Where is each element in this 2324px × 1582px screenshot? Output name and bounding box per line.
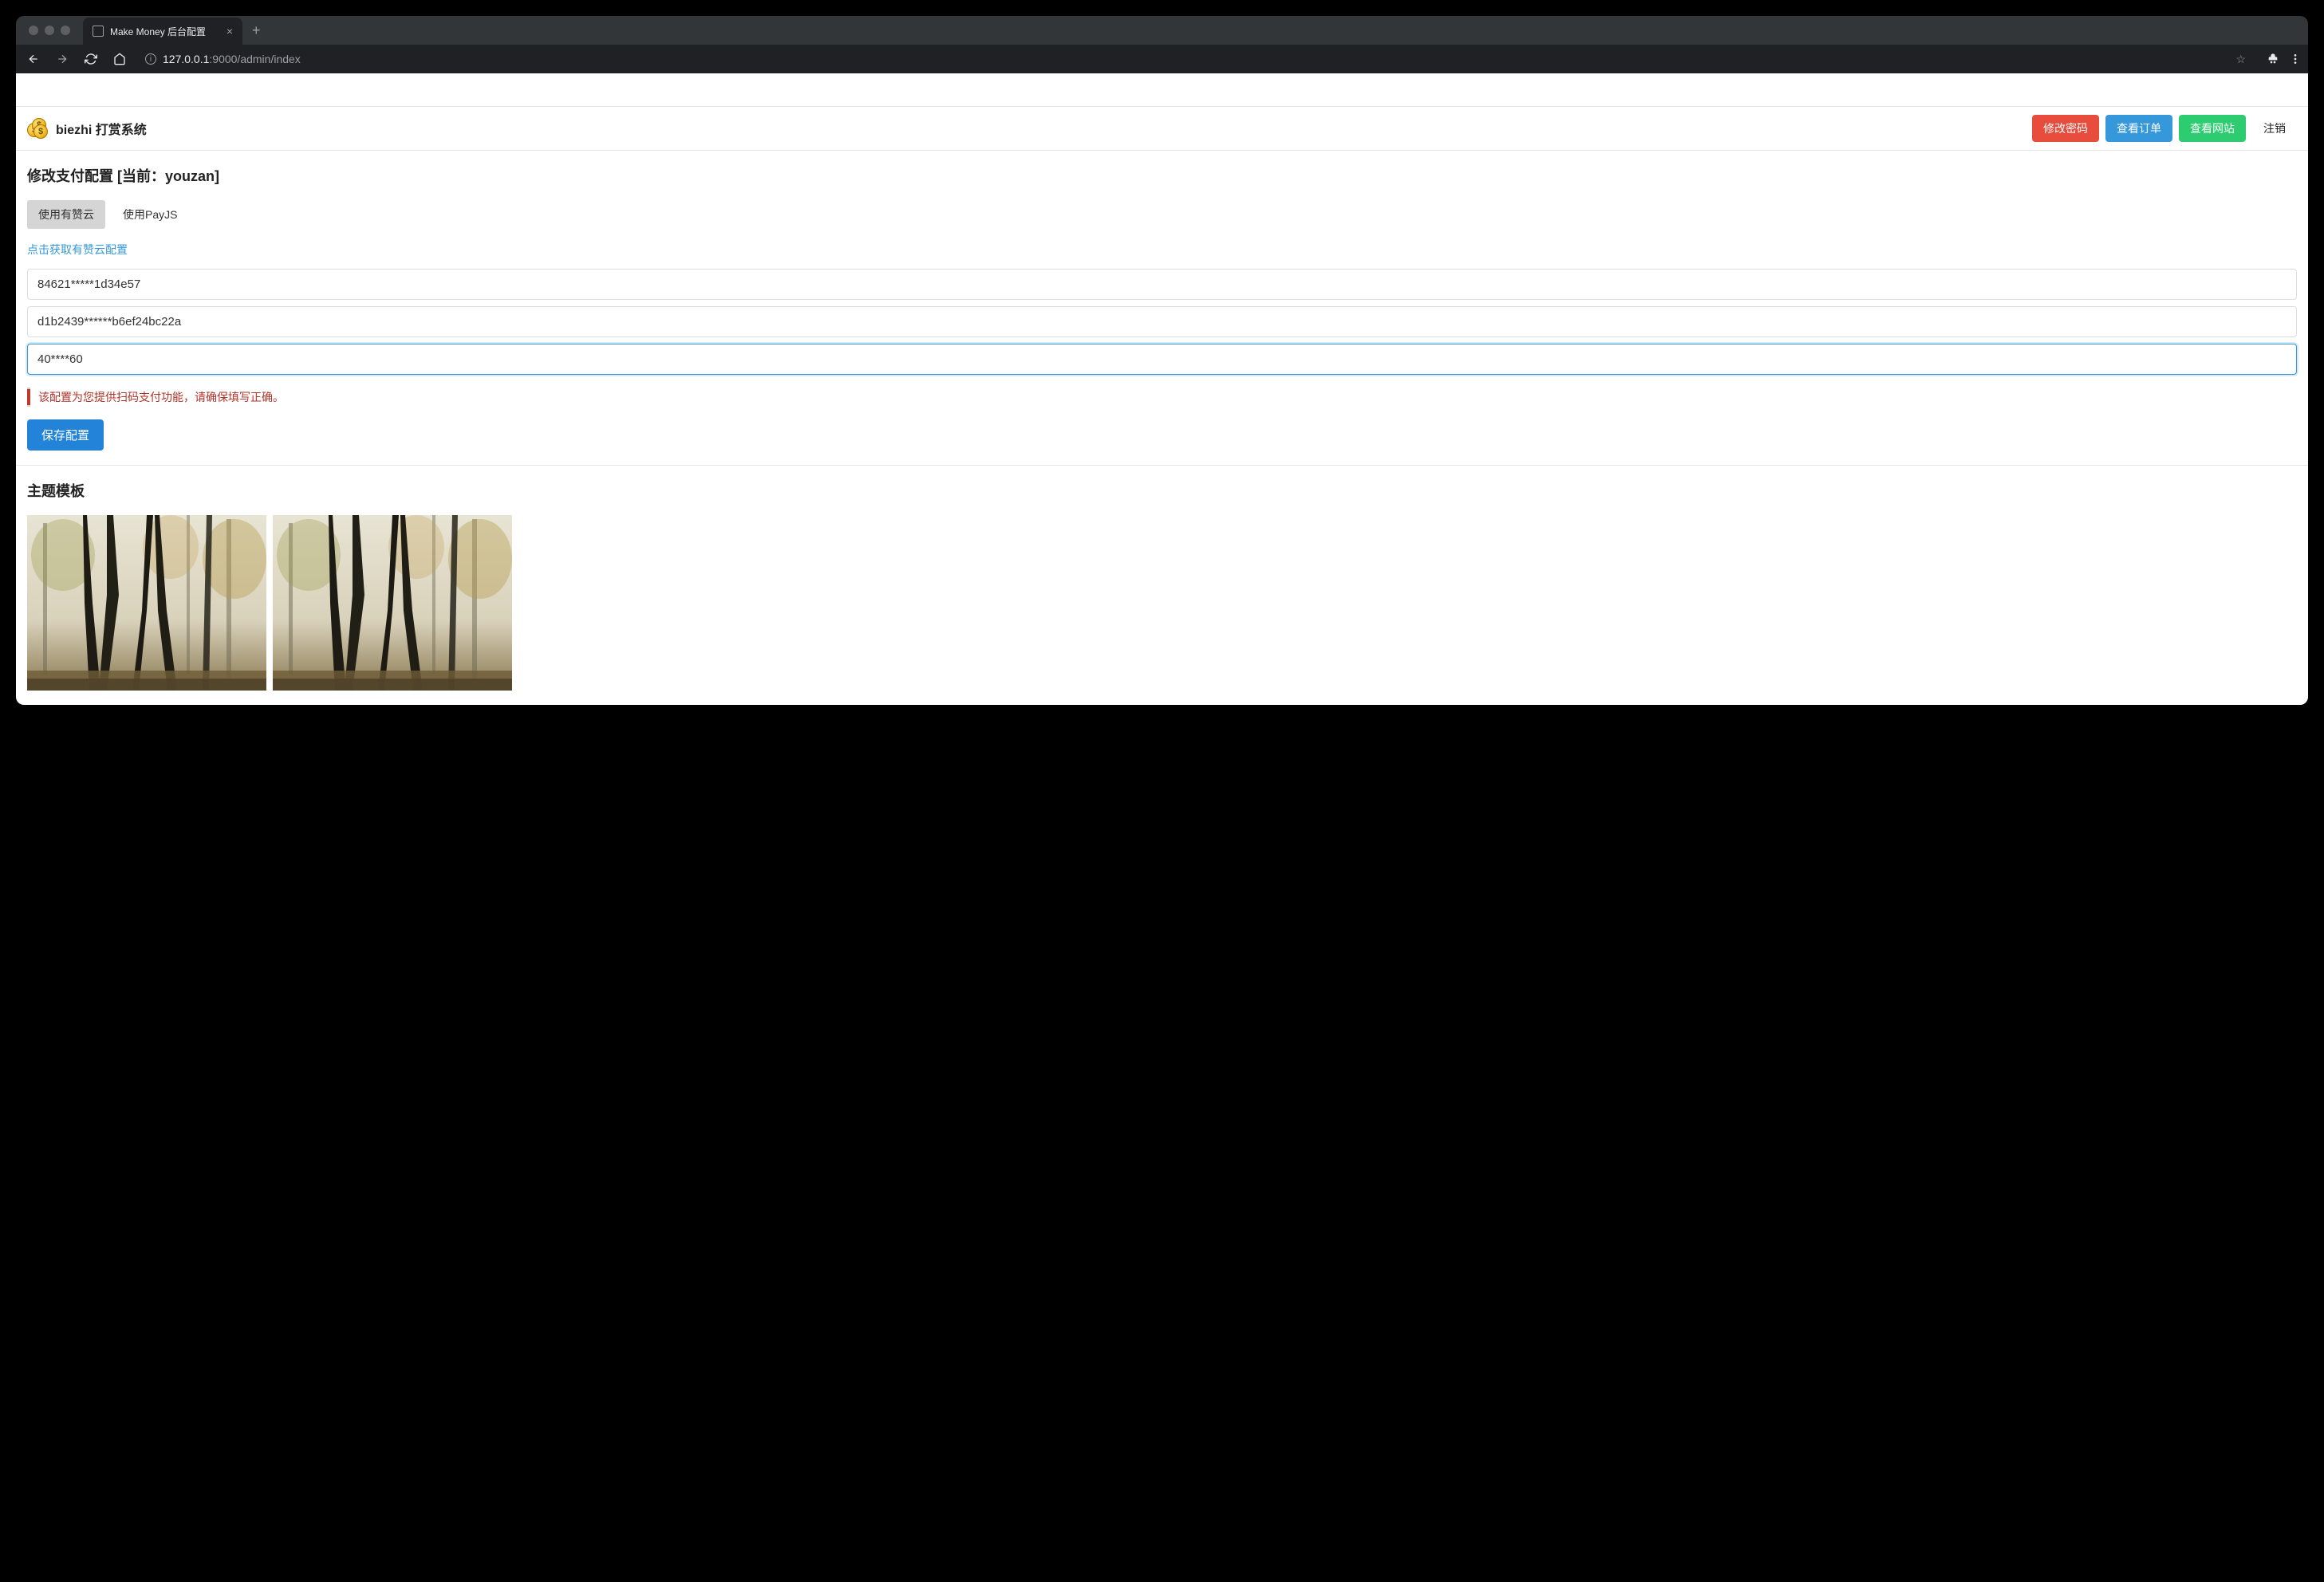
change-password-button[interactable]: 修改密码 [2032, 115, 2099, 142]
coins-icon: $ $ $ [27, 118, 48, 139]
brand: $ $ $ biezhi 打赏系统 [27, 118, 147, 139]
top-spacer [16, 73, 2308, 107]
tab-youzan[interactable]: 使用有赞云 [27, 200, 105, 229]
url-host: 127.0.0.1 [163, 53, 209, 65]
menu-dots-icon[interactable] [2289, 53, 2302, 65]
browser-toolbar: i 127.0.0.1:9000/admin/index ☆ [16, 45, 2308, 73]
warning-note: 该配置为您提供扫码支付功能，请确保填写正确。 [27, 388, 2297, 407]
incognito-icon[interactable] [2267, 53, 2279, 65]
site-info-icon[interactable]: i [145, 53, 156, 65]
browser-tab[interactable]: Make Money 后台配置 × [83, 18, 242, 45]
theme-thumbnail[interactable] [27, 515, 266, 691]
section-title: 修改支付配置 [当前：youzan] [27, 165, 2297, 186]
themes-title: 主题模板 [27, 480, 2297, 501]
youzan-help-link[interactable]: 点击获取有赞云配置 [27, 242, 128, 258]
client-id-input[interactable] [27, 269, 2297, 300]
file-icon [93, 26, 104, 37]
forward-button[interactable] [51, 48, 73, 70]
logout-link[interactable]: 注销 [2252, 116, 2297, 141]
minimize-window-button[interactable] [45, 26, 54, 35]
maximize-window-button[interactable] [61, 26, 70, 35]
themes-section: 主题模板 [16, 466, 2308, 705]
view-orders-button[interactable]: 查看订单 [2105, 115, 2172, 142]
window-controls [29, 26, 70, 35]
tab-title: Make Money 后台配置 [110, 25, 206, 38]
address-bar[interactable]: i 127.0.0.1:9000/admin/index ☆ [137, 48, 2254, 70]
kdt-id-input[interactable] [27, 344, 2297, 375]
save-config-button[interactable]: 保存配置 [27, 419, 104, 451]
site-header: $ $ $ biezhi 打赏系统 修改密码 查看订单 查看网站 注销 [16, 107, 2308, 151]
bookmark-star-icon[interactable]: ☆ [2235, 53, 2246, 66]
provider-tabs: 使用有赞云 使用PayJS [27, 200, 2297, 229]
view-site-button[interactable]: 查看网站 [2179, 115, 2246, 142]
payment-config-section: 修改支付配置 [当前：youzan] 使用有赞云 使用PayJS 点击获取有赞云… [16, 151, 2308, 466]
page-content: $ $ $ biezhi 打赏系统 修改密码 查看订单 查看网站 注销 修改支付… [16, 73, 2308, 705]
brand-title: biezhi 打赏系统 [56, 119, 147, 138]
client-secret-input[interactable] [27, 306, 2297, 337]
tab-payjs[interactable]: 使用PayJS [112, 200, 188, 229]
home-button[interactable] [108, 48, 131, 70]
close-tab-icon[interactable]: × [226, 26, 233, 37]
theme-thumbnail[interactable] [273, 515, 512, 691]
back-button[interactable] [22, 48, 45, 70]
reload-button[interactable] [80, 48, 102, 70]
new-tab-button[interactable]: + [242, 23, 270, 37]
close-window-button[interactable] [29, 26, 38, 35]
url-path: :9000/admin/index [209, 53, 300, 65]
warning-text: 该配置为您提供扫码支付功能，请确保填写正确。 [27, 389, 2297, 405]
browser-titlebar: Make Money 后台配置 × + [16, 16, 2308, 45]
